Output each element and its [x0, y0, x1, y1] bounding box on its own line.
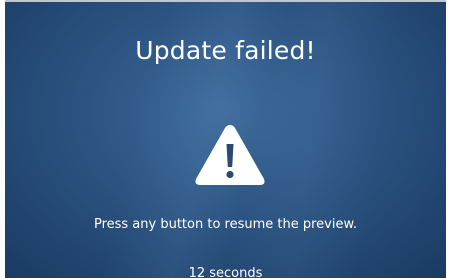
warning-icon — [195, 125, 265, 185]
instruction-message: Press any button to resume the preview. — [93, 217, 358, 232]
countdown-timer: 12 seconds — [188, 266, 263, 278]
update-failed-screen[interactable]: Update failed! Press any button to resum… — [5, 0, 446, 278]
page-title: Update failed! — [135, 36, 316, 65]
screen-frame: Update failed! Press any button to resum… — [0, 0, 451, 278]
